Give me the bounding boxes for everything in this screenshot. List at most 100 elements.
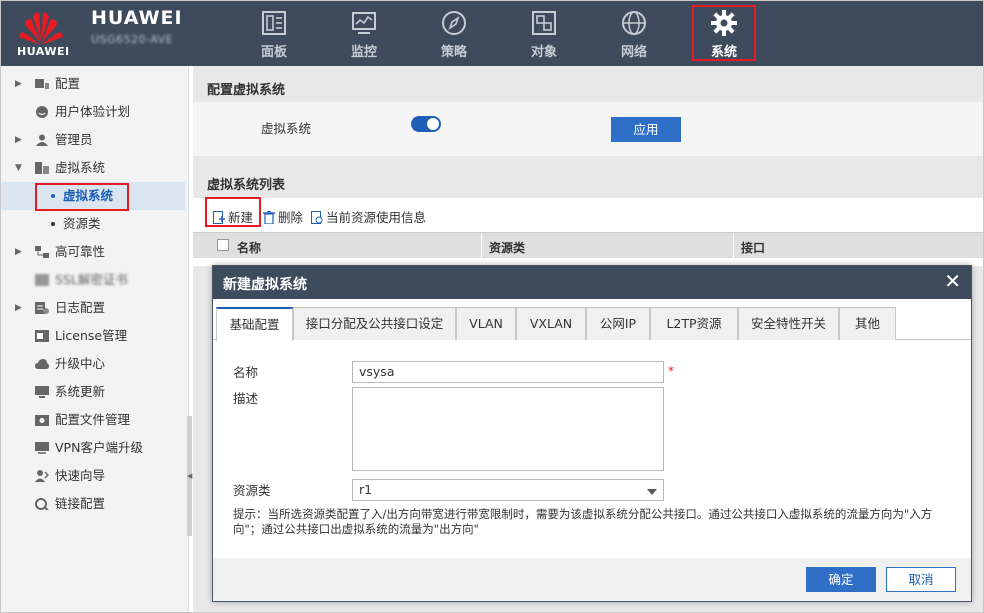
tab-other[interactable]: 其他 xyxy=(839,307,896,340)
tab-public-ip[interactable]: 公网IP xyxy=(586,307,650,340)
column-header-name[interactable]: 名称 xyxy=(237,239,261,256)
dialog-footer: 确定 取消 xyxy=(213,558,971,601)
required-mark: * xyxy=(668,364,674,378)
column-divider xyxy=(481,233,482,259)
nav-policy[interactable]: 策略 xyxy=(415,1,493,66)
sidebar-splitter[interactable]: ◀ xyxy=(187,416,192,536)
nav-monitor[interactable]: 监控 xyxy=(325,1,403,66)
bullet-icon xyxy=(51,222,55,226)
nav-label: 系统 xyxy=(710,45,737,60)
sidebar-item-resource-class[interactable]: 资源类 xyxy=(1,210,185,238)
compass-icon xyxy=(442,11,466,35)
vsys-label: 虚拟系统 xyxy=(261,121,312,136)
monitor-icon xyxy=(352,12,376,34)
file-icon xyxy=(35,415,49,426)
new-vsys-dialog: 新建虚拟系统 ✕ 基础配置 接口分配及公共接口设定 VLAN VXLAN 公网I… xyxy=(212,265,972,602)
resource-info-icon xyxy=(311,211,323,224)
apply-button[interactable]: 应用 xyxy=(611,117,681,142)
column-header-interface[interactable]: 接口 xyxy=(741,239,765,256)
log-icon xyxy=(35,302,49,314)
delete-button[interactable]: 删除 xyxy=(263,207,303,226)
table-header: 名称 资源类 接口 xyxy=(193,232,983,259)
app-window: HUAWEI HUAWEI USG6520-AVE 面板 监控 策略 对象 网络… xyxy=(0,0,984,613)
tab-vlan[interactable]: VLAN xyxy=(456,307,516,340)
expand-arrow-icon[interactable]: ▶ xyxy=(15,70,22,98)
tab-l2tp[interactable]: L2TP资源 xyxy=(650,307,738,340)
cloud-icon xyxy=(35,359,49,369)
nav-label: 监控 xyxy=(350,45,377,60)
sidebar-item-config[interactable]: ▶ 配置 xyxy=(1,70,185,98)
sidebar-item-upgrade-center[interactable]: 升级中心 xyxy=(1,350,185,378)
name-label: 名称 xyxy=(233,365,259,380)
new-highlight-box xyxy=(205,197,261,227)
tab-vxlan[interactable]: VXLAN xyxy=(516,307,586,340)
sidebar: ▶ 配置 用户体验计划 ▶ 管理员 ▼ 虚拟系统 虚拟系统 资源类 ▶ 高可靠性… xyxy=(1,66,189,612)
ha-icon xyxy=(35,246,49,258)
chevron-down-icon[interactable] xyxy=(647,489,657,495)
sidebar-item-blurred[interactable]: SSL解密证书 xyxy=(1,266,185,294)
hint-text: 提示：当所选资源类配置了入/出方向带宽进行带宽限制时，需要为该虚拟系统分配公共接… xyxy=(233,507,933,536)
resource-class-select[interactable]: r1 xyxy=(352,479,664,501)
link-icon xyxy=(35,498,49,510)
expand-arrow-icon[interactable]: ▶ xyxy=(15,238,22,266)
brand-name: HUAWEI xyxy=(91,7,183,29)
sidebar-item-log-config[interactable]: ▶ 日志配置 xyxy=(1,294,185,322)
ok-button[interactable]: 确定 xyxy=(806,567,876,592)
top-bar: HUAWEI HUAWEI USG6520-AVE 面板 监控 策略 对象 网络… xyxy=(1,1,983,66)
desc-label: 描述 xyxy=(233,391,259,406)
update-icon xyxy=(35,386,49,398)
gear-icon xyxy=(711,10,737,36)
dialog-tabs: 基础配置 接口分配及公共接口设定 VLAN VXLAN 公网IP L2TP资源 … xyxy=(213,307,971,341)
resource-class-label: 资源类 xyxy=(233,483,271,498)
dashboard-icon xyxy=(262,11,286,35)
list-toolbar: 新建 删除 当前资源使用信息 xyxy=(193,198,983,232)
vpn-icon xyxy=(35,442,49,454)
close-icon[interactable]: ✕ xyxy=(944,270,961,292)
column-header-resource[interactable]: 资源类 xyxy=(489,239,525,256)
nav-network[interactable]: 网络 xyxy=(595,1,673,66)
expand-arrow-icon[interactable]: ▶ xyxy=(15,294,22,322)
nav-object[interactable]: 对象 xyxy=(505,1,583,66)
smile-icon xyxy=(36,106,48,118)
globe-icon xyxy=(622,11,646,35)
sidebar-item-wizard[interactable]: 快速向导 xyxy=(1,462,185,490)
sidebar-item-license[interactable]: License管理 xyxy=(1,322,185,350)
object-icon xyxy=(532,11,556,35)
config-panel: 虚拟系统 应用 xyxy=(193,102,983,156)
sidebar-item-vsys[interactable]: ▼ 虚拟系统 xyxy=(1,154,185,182)
sidebar-item-system-update[interactable]: 系统更新 xyxy=(1,378,185,406)
nav-system[interactable]: 系统 xyxy=(685,1,763,66)
nav-label: 策略 xyxy=(440,45,467,60)
sidebar-item-vpn-client[interactable]: VPN客户端升级 xyxy=(1,434,185,462)
vsys-toggle[interactable] xyxy=(411,116,441,132)
sidebar-item-link-config[interactable]: 链接配置 xyxy=(1,490,185,518)
sidebar-item-admin[interactable]: ▶ 管理员 xyxy=(1,126,185,154)
dialog-title: 新建虚拟系统 xyxy=(223,277,307,293)
wizard-icon xyxy=(35,470,49,482)
config-icon xyxy=(35,79,49,89)
cancel-button[interactable]: 取消 xyxy=(886,567,956,592)
nav-label: 面板 xyxy=(260,45,287,60)
collapse-sidebar-icon[interactable]: ◀ xyxy=(187,472,192,480)
name-input[interactable]: vsysa xyxy=(352,361,664,383)
toggle-knob xyxy=(427,118,439,130)
tab-interface[interactable]: 接口分配及公共接口设定 xyxy=(293,307,456,340)
expand-arrow-icon[interactable]: ▶ xyxy=(15,126,22,154)
logo-text: HUAWEI xyxy=(17,45,70,58)
license-icon xyxy=(35,330,49,342)
nav-dashboard[interactable]: 面板 xyxy=(235,1,313,66)
cert-icon xyxy=(35,274,49,286)
tab-security[interactable]: 安全特性开关 xyxy=(738,307,839,340)
tab-basic[interactable]: 基础配置 xyxy=(216,307,293,341)
resource-info-button[interactable]: 当前资源使用信息 xyxy=(311,207,426,226)
config-section-title: 配置虚拟系统 xyxy=(207,83,286,98)
sidebar-item-ux-plan[interactable]: 用户体验计划 xyxy=(1,98,185,126)
collapse-arrow-icon[interactable]: ▼ xyxy=(15,154,22,182)
sidebar-item-ha[interactable]: ▶ 高可靠性 xyxy=(1,238,185,266)
nav-label: 对象 xyxy=(530,45,557,60)
dialog-header: 新建虚拟系统 ✕ xyxy=(213,266,971,299)
vsys-icon xyxy=(35,162,49,174)
select-all-checkbox[interactable] xyxy=(217,239,229,251)
sidebar-item-config-file[interactable]: 配置文件管理 xyxy=(1,406,185,434)
desc-textarea[interactable] xyxy=(352,387,664,471)
